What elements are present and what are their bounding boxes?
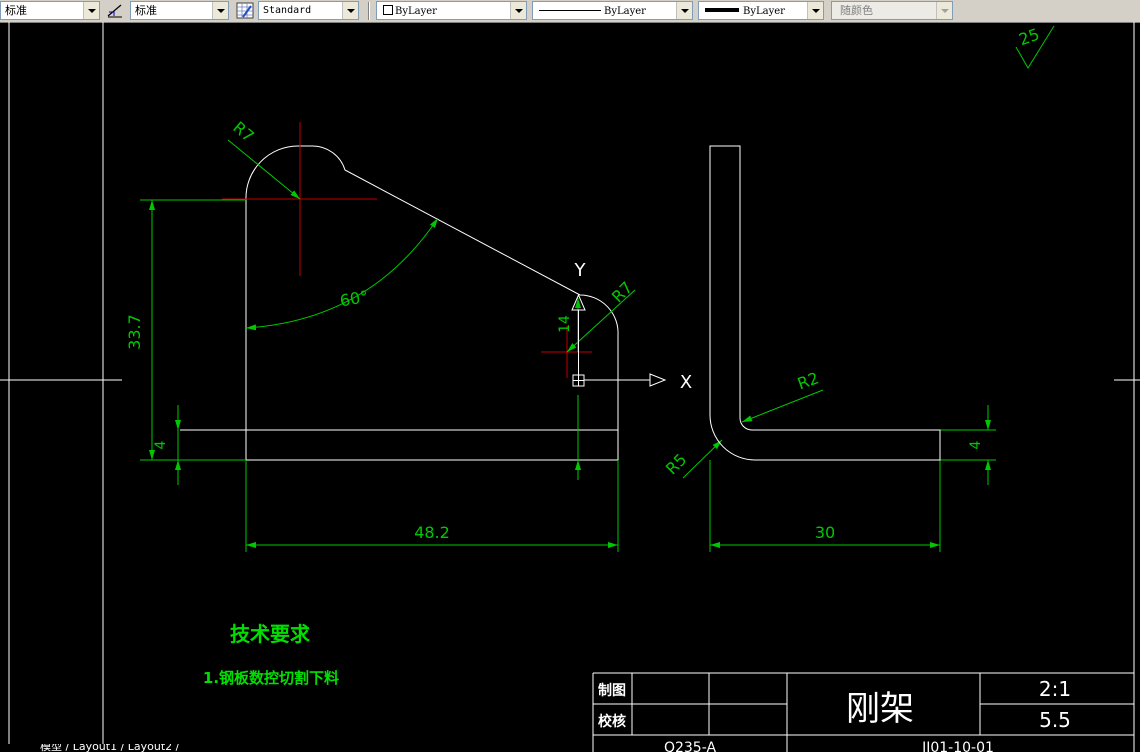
chevron-down-icon (936, 2, 952, 19)
lineweight-value: ByLayer (743, 6, 785, 17)
dim-48-2: 48.2 (414, 523, 450, 542)
text-style-value: 标准 (5, 4, 27, 17)
dim-angle-60: 60° (338, 287, 369, 311)
color-value: ByLayer (395, 6, 437, 17)
dim-r5: R5 (662, 450, 690, 478)
color-swatch-wrap: ByLayer (383, 2, 437, 20)
color-combo[interactable]: ByLayer (376, 1, 527, 20)
linetype-wrap: ByLayer (539, 2, 646, 20)
dim-style-value: 标准 (135, 4, 157, 17)
table-style-icon[interactable] (236, 2, 254, 19)
chevron-down-icon[interactable] (83, 2, 99, 19)
dim-r7-top: R7 (229, 118, 258, 146)
center-marks (222, 122, 592, 378)
technical-notes: 技术要求 1.钢板数控切割下料 (203, 622, 339, 687)
plotstyle-combo: 随颜色 (831, 1, 953, 20)
roughness-value: 25 (1016, 24, 1042, 49)
chevron-down-icon[interactable] (676, 2, 692, 19)
ucs-x-label: X (680, 372, 692, 393)
dim-r7-right: R7 (608, 278, 636, 306)
dim-4-left: 4 (153, 440, 169, 449)
notes-line1: 1.钢板数控切割下料 (203, 669, 339, 687)
lineweight-combo[interactable]: ByLayer (698, 1, 824, 20)
dim-30: 30 (815, 523, 835, 542)
chevron-down-icon[interactable] (510, 2, 526, 19)
dim-14: 14 (557, 315, 573, 333)
plotstyle-value: 随颜色 (840, 4, 873, 17)
right-part-outline (709, 145, 941, 461)
ucs-icon: X Y (571, 260, 692, 393)
notes-title: 技术要求 (230, 622, 311, 646)
lineweight-wrap: ByLayer (705, 2, 785, 20)
dim-style-combo[interactable]: 标准 (130, 1, 229, 20)
layer-color-icon (383, 5, 393, 15)
chevron-down-icon[interactable] (212, 2, 228, 19)
dimension-lines (140, 25, 1055, 552)
title-block: 制图 校核 刚架 2:1 5.5 Q235-A JJ01-10-01 (592, 672, 1134, 752)
dim-style-icon[interactable] (106, 2, 124, 19)
dimension-texts: 33.7 4 48.2 60° R7 14 R7 30 4 R2 R5 25 (125, 24, 1042, 542)
dim-4-right: 4 (968, 440, 984, 449)
dim-r2: R2 (795, 368, 822, 393)
left-part-outline (180, 145, 619, 461)
linetype-value: ByLayer (604, 6, 646, 17)
viewport-frame (0, 22, 1140, 752)
scale-value: 2:1 (1039, 677, 1071, 701)
chevron-down-icon[interactable] (342, 2, 358, 19)
layout-tabs-label[interactable]: 模型 / Layout1 / Layout2 / (40, 744, 179, 752)
checked-label: 校核 (598, 713, 626, 730)
linetype-combo[interactable]: ByLayer (532, 1, 693, 20)
layout-tabs[interactable]: 模型 / Layout1 / Layout2 / (0, 744, 240, 752)
table-style-value: Standard (263, 5, 312, 16)
lineweight-preview-icon (705, 8, 739, 12)
properties-toolbar: 标准 标准 Standard ByLayer ByLayer ByLayer 随… (0, 0, 1140, 23)
part-name: 刚架 (846, 689, 914, 729)
drawn-label: 制图 (598, 682, 626, 699)
text-style-combo[interactable]: 标准 (0, 1, 100, 20)
linetype-preview-icon (539, 10, 601, 11)
chevron-down-icon[interactable] (807, 2, 823, 19)
drawing-number: JJ01-10-01 (921, 740, 994, 752)
dim-33-7: 33.7 (125, 314, 144, 350)
weight-value: 5.5 (1039, 708, 1071, 732)
toolbar-separator (368, 2, 370, 20)
drawing-canvas[interactable]: 33.7 4 48.2 60° R7 14 R7 30 4 R2 R5 25 X… (0, 22, 1140, 752)
table-style-combo[interactable]: Standard (258, 1, 359, 20)
material-value: Q235-A (664, 740, 716, 752)
ucs-y-label: Y (574, 260, 587, 281)
